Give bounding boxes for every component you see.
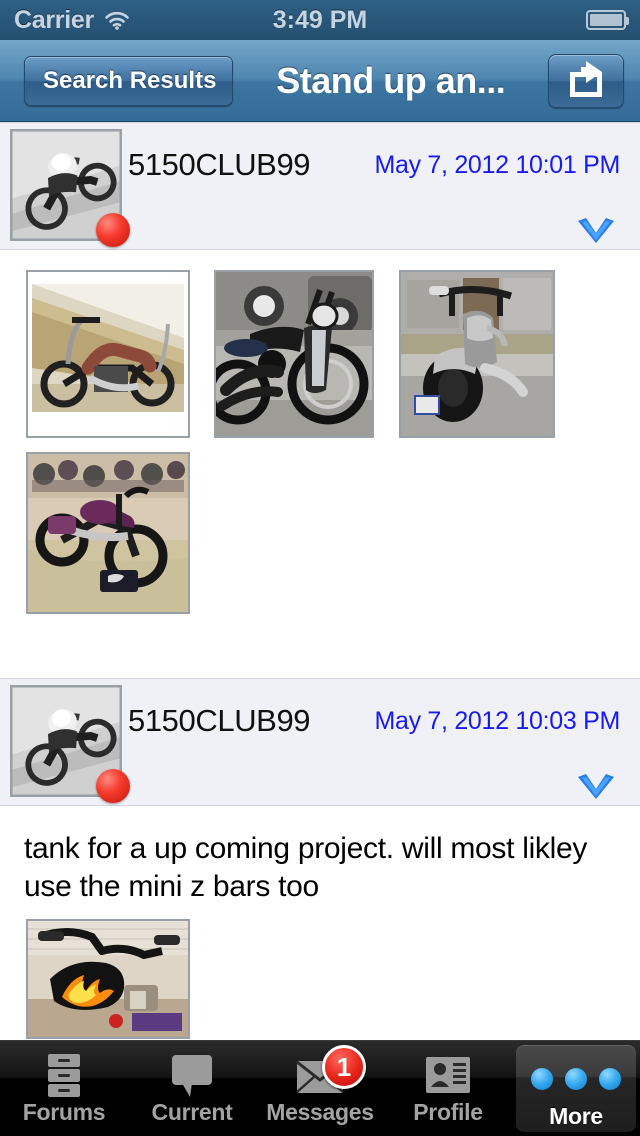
tab-profile[interactable]: Profile xyxy=(384,1041,512,1136)
page-title: Stand up an... xyxy=(276,59,506,101)
tab-current[interactable]: Current xyxy=(128,1041,256,1136)
status-bar-left: Carrier xyxy=(0,6,273,35)
status-bar-right xyxy=(367,10,640,30)
chevron-down-icon[interactable] xyxy=(574,771,618,812)
app-root: Carrier 3:49 PM Search Results Stand up … xyxy=(0,0,640,1136)
post-divider xyxy=(0,628,640,678)
back-button[interactable]: Search Results xyxy=(24,55,234,106)
attachment-bobber-hillside[interactable] xyxy=(26,270,190,438)
post-username[interactable]: 5150CLUB99 xyxy=(128,147,311,183)
thread-scroll-view[interactable]: 5150CLUB99 May 7, 2012 10:01 PM 5150CLUB… xyxy=(0,122,640,1040)
tab-label-profile: Profile xyxy=(413,1099,483,1125)
attachment-purple-show-bike[interactable] xyxy=(26,452,190,614)
share-button[interactable] xyxy=(548,53,624,108)
attachment-silver-rear[interactable] xyxy=(398,270,555,438)
tab-label-messages: Messages xyxy=(266,1099,374,1125)
speech-bubble-icon xyxy=(166,1049,218,1101)
attachment-black-bobber[interactable] xyxy=(214,270,375,438)
status-bar-center: 3:49 PM xyxy=(273,6,367,35)
avatar-wrap[interactable] xyxy=(10,129,130,247)
post-body xyxy=(0,250,640,628)
post-text: tank for a up coming project. will most … xyxy=(24,832,588,904)
post-header[interactable]: 5150CLUB99 May 7, 2012 10:01 PM xyxy=(0,122,640,250)
messages-badge: 1 xyxy=(322,1045,366,1089)
clock-label: 3:49 PM xyxy=(272,5,368,34)
tab-bar: Forums Current 1 Messages Profile More xyxy=(0,1040,640,1136)
tab-messages[interactable]: 1 Messages xyxy=(256,1041,384,1136)
attachment-row xyxy=(0,270,640,628)
post-username[interactable]: 5150CLUB99 xyxy=(128,703,311,739)
envelope-icon: 1 xyxy=(294,1045,366,1101)
status-badge xyxy=(96,769,130,803)
post-timestamp: May 7, 2012 10:03 PM xyxy=(374,707,620,735)
post-timestamp: May 7, 2012 10:01 PM xyxy=(374,151,620,179)
navigation-bar: Search Results Stand up an... xyxy=(0,40,640,122)
three-dots-icon xyxy=(531,1053,621,1105)
tab-label-current: Current xyxy=(151,1099,233,1125)
tab-label-forums: Forums xyxy=(22,1099,106,1125)
chevron-down-icon[interactable] xyxy=(574,215,618,256)
battery-icon xyxy=(586,10,630,30)
tab-label-more: More xyxy=(549,1103,603,1129)
tab-forums[interactable]: Forums xyxy=(0,1041,128,1136)
tab-more[interactable]: More xyxy=(516,1045,636,1132)
post-header[interactable]: 5150CLUB99 May 7, 2012 10:03 PM xyxy=(0,678,640,806)
avatar-wrap[interactable] xyxy=(10,685,130,803)
wifi-icon xyxy=(104,10,130,30)
carrier-label: Carrier xyxy=(14,5,94,34)
filing-cabinet-icon xyxy=(40,1049,88,1101)
contact-card-icon xyxy=(423,1049,473,1101)
post-body: tank for a up coming project. will most … xyxy=(0,806,640,1040)
share-icon xyxy=(566,59,606,102)
status-bar: Carrier 3:49 PM xyxy=(0,0,640,40)
back-button-label: Search Results xyxy=(43,66,217,94)
attachment-flame-tank[interactable] xyxy=(26,918,190,1039)
attachment-row xyxy=(0,918,640,1040)
status-badge xyxy=(96,213,130,247)
